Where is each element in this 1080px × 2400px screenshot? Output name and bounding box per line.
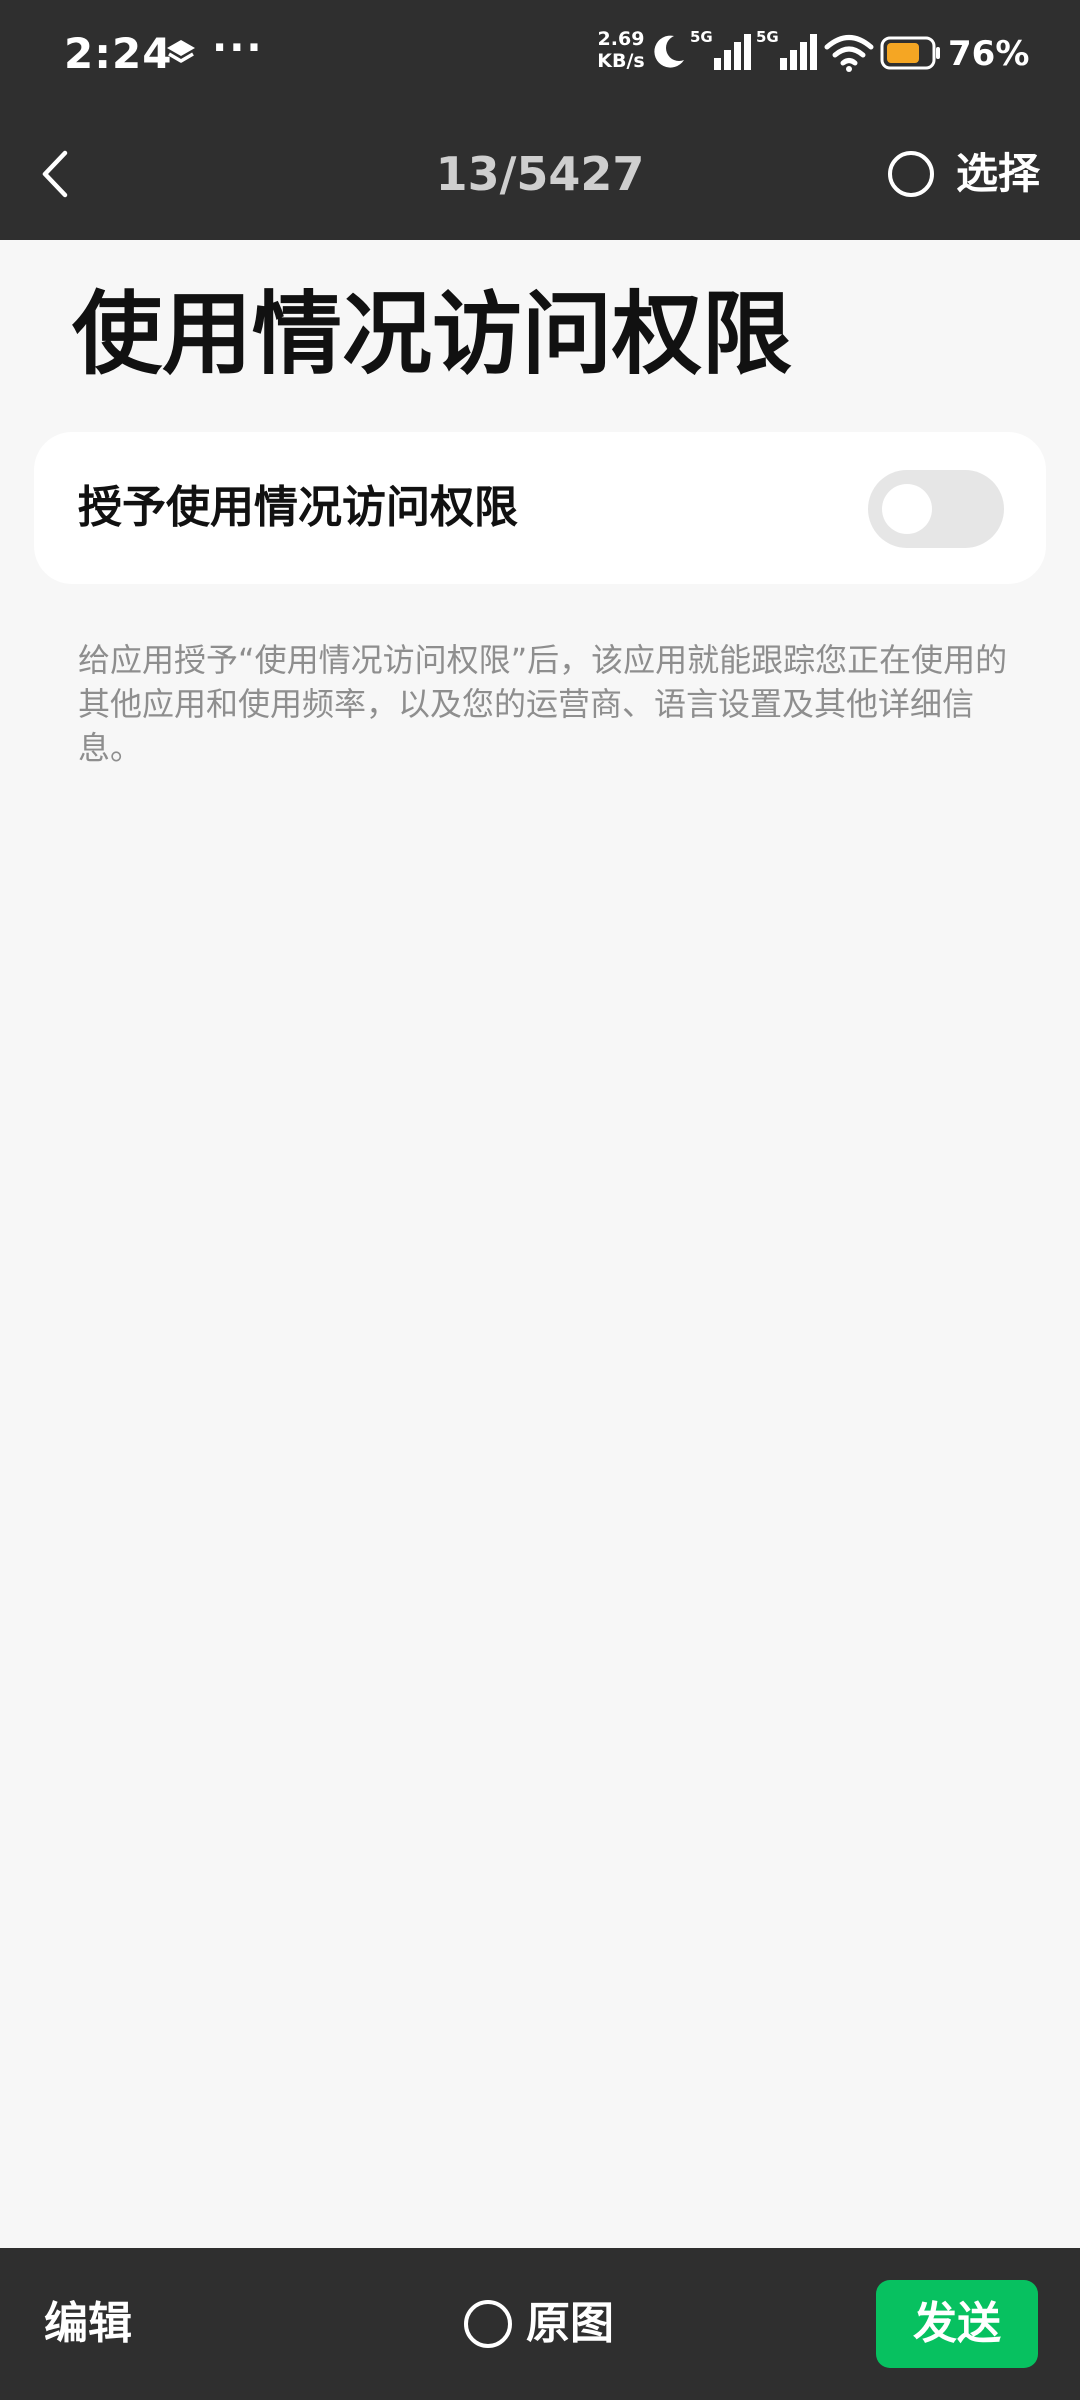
select-label: 选择 [955,149,1040,198]
edit-button[interactable]: 编辑 [44,2294,132,2354]
net-speed-value: 2.69 [597,28,645,50]
moon-icon [654,35,684,68]
battery-percent: 76% [948,34,1030,74]
layers-icon [167,40,195,63]
viewer-bottom-bar: 编辑 原图 发送 [0,2248,1080,2400]
signal-5g-label: 5G [690,28,713,46]
setting-description: 给应用授予“使用情况访问权限”后，该应用就能跟踪您正在使用的其他应用和使用频率，… [78,641,1008,767]
original-image-toggle[interactable]: 原图 [464,2294,614,2354]
select-button[interactable]: 选择 [887,144,1040,204]
original-circle-icon[interactable] [464,2300,512,2348]
viewer-top-bar: 13/5427 选择 [0,108,1080,240]
select-circle-icon[interactable] [887,151,934,197]
more-dots: ··· [212,25,264,71]
wifi-icon [824,35,874,72]
status-time: 2:24 [64,29,173,78]
net-speed: 2.69 KB/s [594,28,648,72]
signal-icon: 5G [690,28,751,70]
signal-5g-label: 5G [756,28,779,46]
net-speed-unit: KB/s [597,50,645,72]
original-label: 原图 [526,2298,614,2349]
usage-access-toggle[interactable] [868,470,1004,548]
toggle-knob [882,484,932,534]
signal-icon: 5G [756,28,817,70]
send-button[interactable]: 发送 [876,2280,1038,2368]
status-bar: 2:24 ··· 2.69 KB/s 5G 5G 76% [0,0,1080,108]
screen: 2:24 ··· 2.69 KB/s 5G 5G 76% 13/5427 选择 … [0,0,1080,2400]
setting-card: 授予使用情况访问权限 [34,432,1046,584]
battery-icon [880,36,940,70]
page-title: 使用情况访问权限 [72,282,792,387]
setting-label: 授予使用情况访问权限 [78,482,518,533]
